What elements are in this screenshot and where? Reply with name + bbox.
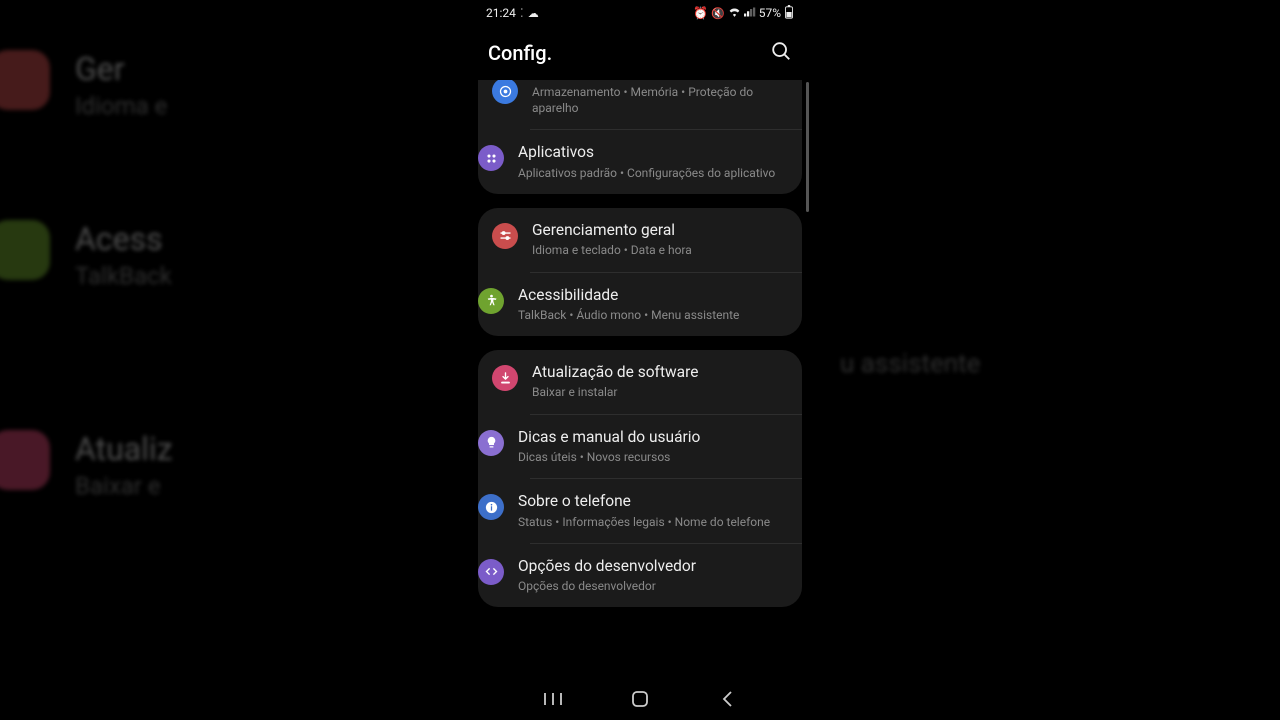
mute-icon: 🔇 [711, 7, 725, 20]
download-icon [0, 430, 50, 490]
item-subtitle: Baixar e instalar [532, 384, 788, 400]
accessibility-icon [478, 288, 504, 314]
settings-item-software-update[interactable]: Atualização de software Baixar e instala… [478, 350, 802, 414]
nav-recents-button[interactable] [533, 679, 573, 719]
settings-item-developer[interactable]: Opções do desenvolvedor Opções do desenv… [530, 543, 802, 608]
bulb-icon [478, 430, 504, 456]
navigation-bar [470, 678, 810, 720]
item-title: Gerenciamento geral [532, 221, 788, 240]
settings-item-device-care[interactable]: Armazenamento • Memória • Proteção do ap… [478, 80, 802, 129]
signal-icon [744, 6, 756, 20]
page-title: Config. [488, 41, 552, 65]
apps-icon [478, 145, 504, 171]
battery-icon [784, 5, 794, 22]
settings-item-general[interactable]: Gerenciamento geral Idioma e teclado • D… [478, 208, 802, 272]
status-bar: 21:24 ⁚ ☁ ⏰ 🔇 57% [470, 0, 810, 26]
item-title: Opções do desenvolvedor [518, 557, 788, 576]
settings-item-tips[interactable]: Dicas e manual do usuário Dicas úteis • … [530, 414, 802, 479]
accessibility-icon [0, 220, 50, 280]
scrollbar[interactable] [806, 82, 809, 212]
item-title: Dicas e manual do usuário [518, 428, 788, 447]
wifi-icon [728, 6, 741, 20]
item-subtitle: Opções do desenvolvedor [518, 578, 788, 594]
item-subtitle: TalkBack • Áudio mono • Menu assistente [518, 307, 788, 323]
item-title: Acessibilidade [518, 286, 788, 305]
item-title: Aplicativos [518, 143, 788, 162]
settings-list: Armazenamento • Memória • Proteção do ap… [470, 80, 810, 678]
settings-card: Armazenamento • Memória • Proteção do ap… [478, 80, 802, 194]
sliders-icon [0, 50, 50, 110]
header: Config. [470, 26, 810, 80]
dev-icon [478, 559, 504, 585]
device-care-icon [492, 80, 518, 104]
item-subtitle: Dicas úteis • Novos recursos [518, 449, 788, 465]
settings-item-accessibility[interactable]: Acessibilidade TalkBack • Áudio mono • M… [530, 272, 802, 337]
item-subtitle: Aplicativos padrão • Configurações do ap… [518, 165, 788, 181]
alarm-icon: ⏰ [693, 6, 708, 20]
background-right-blur: u assistente [830, 0, 1280, 720]
status-time: 21:24 [486, 6, 516, 20]
settings-item-about-phone[interactable]: Sobre o telefone Status • Informações le… [530, 478, 802, 543]
settings-card: Atualização de software Baixar e instala… [478, 350, 802, 607]
sliders-icon [492, 223, 518, 249]
nav-back-button[interactable] [707, 679, 747, 719]
item-subtitle: Armazenamento • Memória • Proteção do ap… [532, 84, 788, 116]
item-title: Sobre o telefone [518, 492, 788, 511]
settings-card: Gerenciamento geral Idioma e teclado • D… [478, 208, 802, 336]
info-icon [478, 494, 504, 520]
cloud-icon: ☁ [528, 7, 539, 20]
background-left-blur: Ger Idioma e Acess TalkBack Atualiz Baix… [0, 0, 450, 720]
nav-home-button[interactable] [620, 679, 660, 719]
status-separator: ⁚ [520, 6, 524, 20]
download-icon [492, 365, 518, 391]
settings-item-apps[interactable]: Aplicativos Aplicativos padrão • Configu… [530, 129, 802, 194]
search-button[interactable] [770, 40, 792, 66]
item-subtitle: Status • Informações legais • Nome do te… [518, 514, 788, 530]
phone-frame: 21:24 ⁚ ☁ ⏰ 🔇 57% Config. [470, 0, 810, 720]
item-title: Atualização de software [532, 363, 788, 382]
battery-text: 57% [759, 6, 781, 20]
item-subtitle: Idioma e teclado • Data e hora [532, 242, 788, 258]
